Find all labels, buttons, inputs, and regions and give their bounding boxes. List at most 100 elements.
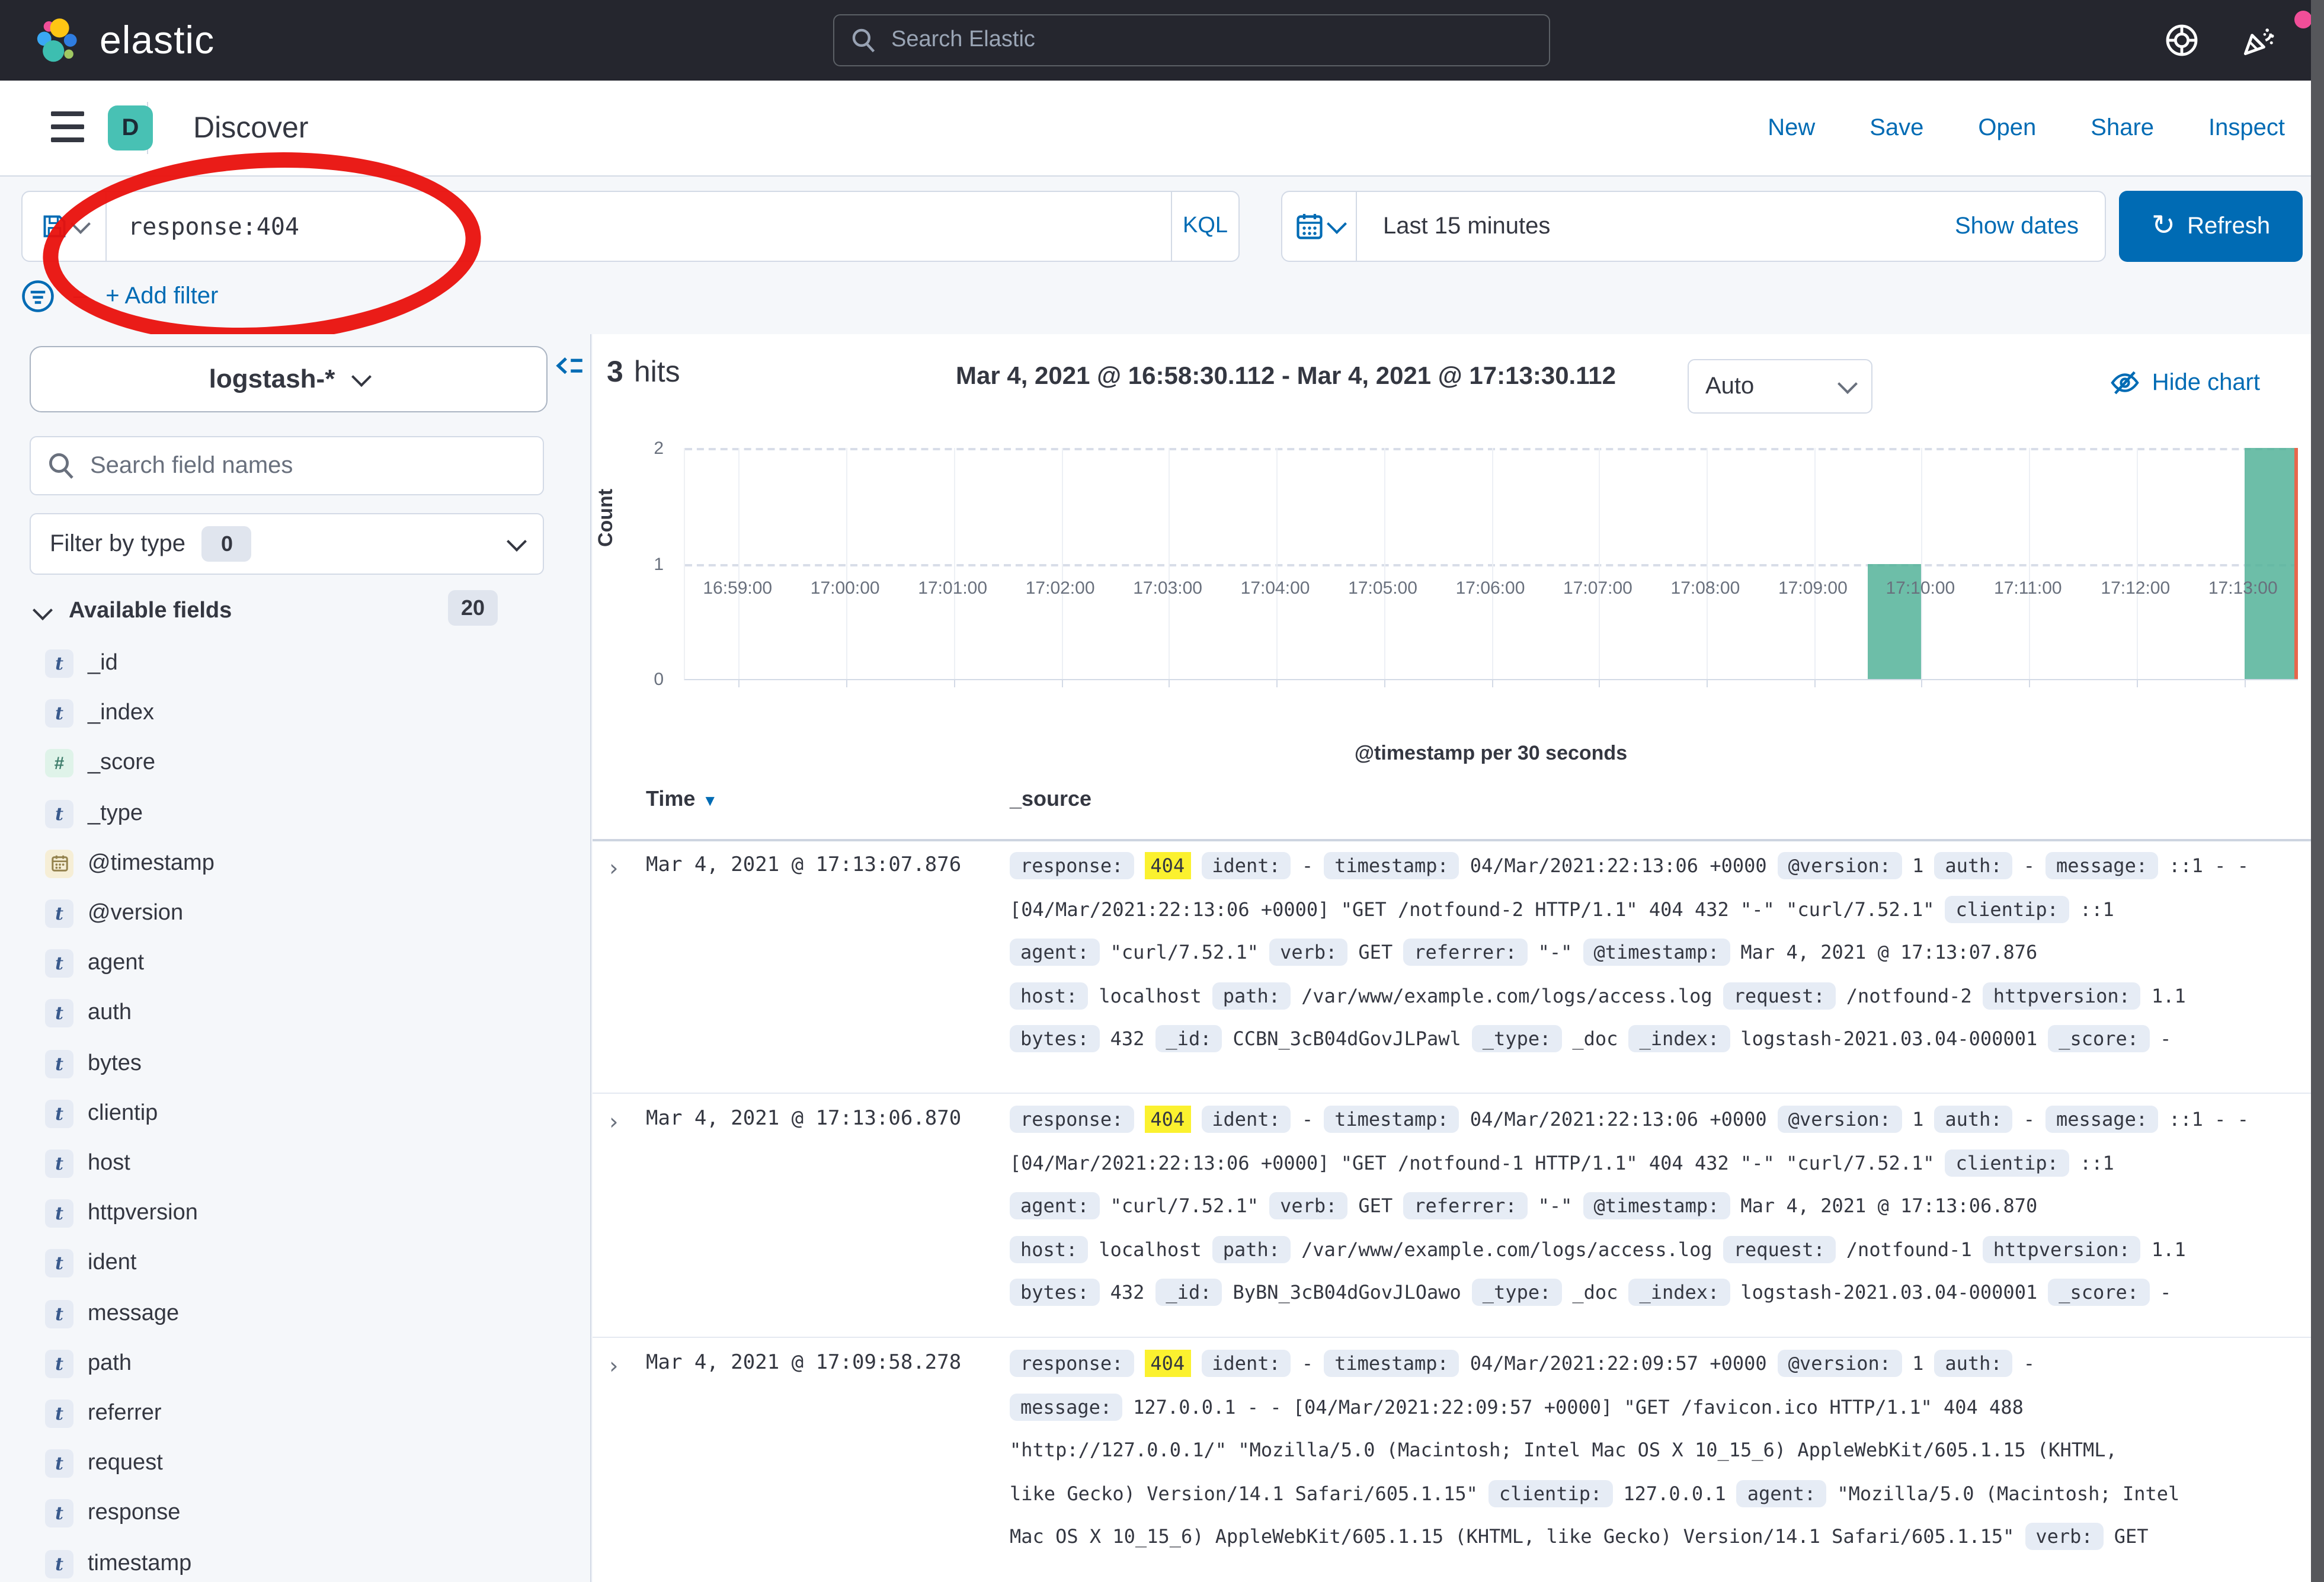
- field-name-badge: httpversion:: [1983, 982, 2141, 1010]
- field-item-clientip[interactable]: tclientip: [0, 1089, 591, 1139]
- field-value: /var/www/example.com/logs/access.log: [1301, 1238, 1712, 1261]
- histogram-chart[interactable]: [684, 448, 2298, 680]
- field-name: _id: [88, 651, 118, 677]
- text-field-icon: t: [45, 1000, 73, 1028]
- app-badge[interactable]: D: [108, 105, 153, 150]
- field-value: ::1: [2080, 1151, 2114, 1174]
- highlighted-value: 404: [1144, 1106, 1190, 1133]
- x-tick-mark: [1599, 679, 1600, 687]
- field-value: -: [2024, 1108, 2035, 1131]
- field-value: /var/www/example.com/logs/access.log: [1301, 985, 1712, 1007]
- expand-row-icon[interactable]: ›: [607, 1353, 620, 1379]
- v-gridline: [1276, 448, 1278, 679]
- nav-action-open[interactable]: Open: [1978, 114, 2036, 142]
- v-gridline: [1814, 448, 1815, 679]
- elastic-logo-icon: [33, 14, 83, 66]
- x-tick-mark: [1061, 679, 1062, 687]
- hide-chart-button[interactable]: Hide chart: [2109, 367, 2260, 398]
- field-value: -: [2160, 1282, 2171, 1304]
- histogram-bar[interactable]: [2244, 448, 2298, 679]
- available-fields-count-badge: 20: [448, 590, 498, 626]
- index-pattern-selector[interactable]: logstash-*: [30, 346, 548, 412]
- field-item-bytes[interactable]: tbytes: [0, 1039, 591, 1088]
- field-name-badge: request:: [1723, 982, 1836, 1010]
- field-value: 1: [1912, 854, 1923, 877]
- news-icon[interactable]: [2239, 20, 2279, 60]
- field-name-badge: message:: [2045, 1106, 2158, 1133]
- field-value: "Mozilla/5.0 (Macintosh; Intel: [1837, 1482, 2179, 1505]
- text-field-icon: t: [45, 1049, 73, 1078]
- menu-icon[interactable]: [51, 111, 84, 142]
- nav-action-new[interactable]: New: [1768, 114, 1815, 142]
- x-tick-label: 17:12:00: [2101, 578, 2170, 598]
- filter-icon[interactable]: [21, 280, 55, 313]
- field-search-placeholder: Search field names: [90, 452, 293, 479]
- nav-action-share[interactable]: Share: [2091, 114, 2154, 142]
- filter-bar: – + Add filter: [21, 276, 218, 316]
- help-icon[interactable]: [2163, 21, 2201, 59]
- quick-select-button[interactable]: [1282, 192, 1357, 261]
- time-column-header[interactable]: Time▼: [646, 787, 718, 812]
- field-item-referrer[interactable]: treferrer: [0, 1389, 591, 1439]
- field-item-_id[interactable]: t_id: [0, 639, 591, 688]
- source-line: host:localhostpath:/var/www/example.com/…: [1010, 1228, 2197, 1272]
- field-item-path[interactable]: tpath: [0, 1339, 591, 1389]
- nav-action-inspect[interactable]: Inspect: [2208, 114, 2285, 142]
- x-tick-mark: [739, 679, 740, 687]
- field-name-badge: message:: [1010, 1393, 1122, 1420]
- field-item-auth[interactable]: tauth: [0, 989, 591, 1039]
- x-tick-mark: [2029, 679, 2030, 687]
- time-range-value[interactable]: Last 15 minutes: [1357, 192, 1955, 261]
- expand-row-icon[interactable]: ›: [607, 1109, 620, 1135]
- available-fields-header[interactable]: Available fields 20: [36, 590, 545, 633]
- field-name-badge: @timestamp:: [1583, 1192, 1730, 1219]
- expand-row-icon[interactable]: ›: [607, 856, 620, 882]
- field-name-badge: _index:: [1628, 1026, 1730, 1053]
- browser-scrollbar[interactable]: [2311, 0, 2324, 1582]
- field-item-_type[interactable]: t_type: [0, 789, 591, 838]
- x-tick-label: 17:10:00: [1886, 578, 1955, 598]
- saved-query-menu-button[interactable]: [23, 192, 107, 261]
- field-item-_index[interactable]: t_index: [0, 688, 591, 738]
- field-item-httpversion[interactable]: thttpversion: [0, 1189, 591, 1238]
- field-item-@timestamp[interactable]: @timestamp: [0, 839, 591, 889]
- field-item-ident[interactable]: tident: [0, 1239, 591, 1289]
- interval-select[interactable]: Auto: [1688, 359, 1872, 414]
- chevron-down-icon: [33, 600, 53, 620]
- show-dates-button[interactable]: Show dates: [1955, 192, 2105, 261]
- field-name-badge: response:: [1010, 852, 1134, 879]
- refresh-icon: ↻: [2152, 212, 2175, 241]
- field-value: Mac OS X 10_15_6) AppleWebKit/605.1.15 (…: [1010, 1526, 2014, 1548]
- field-item-agent[interactable]: tagent: [0, 939, 591, 988]
- query-input[interactable]: response:404: [107, 192, 1171, 261]
- field-value: 04/Mar/2021:22:13:06 +0000: [1470, 1108, 1767, 1131]
- field-item-timestamp[interactable]: ttimestamp: [0, 1539, 591, 1582]
- field-item-@version[interactable]: t@version: [0, 889, 591, 939]
- field-item-message[interactable]: tmessage: [0, 1289, 591, 1338]
- hits-bar: 3hits Mar 4, 2021 @ 16:58:30.112 - Mar 4…: [607, 356, 2290, 410]
- chart-time-range: Mar 4, 2021 @ 16:58:30.112 - Mar 4, 2021…: [956, 363, 1616, 391]
- field-item-_score[interactable]: #_score: [0, 739, 591, 789]
- elastic-logo[interactable]: elastic: [33, 14, 215, 66]
- text-field-icon: t: [45, 899, 73, 928]
- nav-action-save[interactable]: Save: [1870, 114, 1923, 142]
- field-name-badge: @version:: [1778, 1350, 1902, 1377]
- refresh-button[interactable]: ↻ Refresh: [2119, 191, 2303, 262]
- global-search-input[interactable]: Search Elastic: [833, 14, 1550, 66]
- collapse-sidebar-icon[interactable]: [553, 351, 584, 382]
- field-item-request[interactable]: trequest: [0, 1439, 591, 1488]
- field-name-badge: timestamp:: [1324, 1350, 1459, 1377]
- field-item-response[interactable]: tresponse: [0, 1489, 591, 1539]
- add-filter-button[interactable]: + Add filter: [105, 283, 218, 310]
- table-row: ›Mar 4, 2021 @ 17:13:07.876response:404i…: [593, 844, 2311, 1097]
- field-name-badge: path:: [1212, 1236, 1291, 1263]
- field-value: 432: [1110, 1028, 1145, 1051]
- filter-by-type-select[interactable]: Filter by type 0: [30, 513, 544, 575]
- query-language-button[interactable]: KQL: [1171, 192, 1238, 261]
- x-tick-label: 17:07:00: [1563, 578, 1632, 598]
- field-name-badge: auth:: [1934, 852, 2012, 879]
- field-search-input[interactable]: Search field names: [30, 436, 544, 495]
- field-item-host[interactable]: thost: [0, 1139, 591, 1189]
- field-name: referrer: [88, 1401, 162, 1427]
- field-name: response: [88, 1501, 180, 1527]
